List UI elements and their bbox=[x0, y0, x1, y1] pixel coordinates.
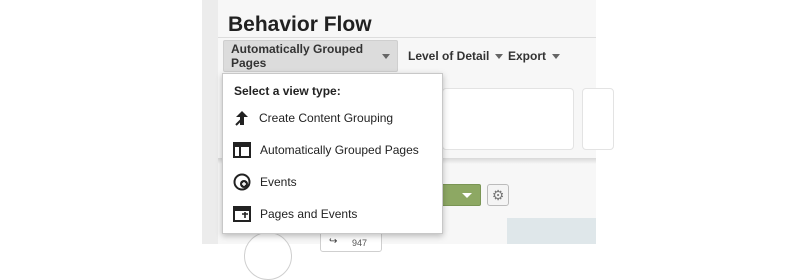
pages-and-events-icon bbox=[232, 204, 252, 224]
chevron-down-icon bbox=[552, 53, 561, 59]
left-gutter bbox=[202, 0, 218, 244]
view-type-menu: Select a view type: Create Content Group… bbox=[222, 73, 443, 234]
gear-icon: ⚙ bbox=[491, 186, 505, 203]
header-divider bbox=[218, 37, 596, 38]
summary-card bbox=[442, 88, 574, 150]
toolbar: Automatically Grouped Pages Level of Det… bbox=[218, 40, 596, 72]
level-of-detail-button[interactable]: Level of Detail bbox=[401, 40, 510, 72]
events-icon bbox=[232, 172, 252, 192]
chevron-down-icon bbox=[462, 193, 472, 198]
grouping-dropdown-button[interactable]: Automatically Grouped Pages bbox=[223, 40, 398, 72]
flow-canvas bbox=[507, 218, 596, 244]
menu-item-label: Events bbox=[260, 175, 297, 189]
menu-item-events[interactable]: Events bbox=[223, 168, 442, 196]
menu-item-label: Pages and Events bbox=[260, 207, 358, 221]
grouping-dropdown-label: Automatically Grouped Pages bbox=[231, 42, 364, 70]
menu-item-pages-and-events[interactable]: Pages and Events bbox=[223, 200, 442, 228]
flow-node-count: 947 bbox=[352, 238, 368, 248]
menu-item-label: Automatically Grouped Pages bbox=[260, 143, 419, 157]
page-title: Behavior Flow bbox=[228, 13, 372, 36]
settings-button[interactable]: ⚙ bbox=[487, 184, 509, 206]
export-button[interactable]: Export bbox=[501, 40, 567, 72]
summary-card bbox=[582, 88, 614, 150]
level-of-detail-label: Level of Detail bbox=[408, 49, 490, 63]
menu-item-create-content-grouping[interactable]: Create Content Grouping bbox=[223, 104, 442, 132]
split-icon: ↪ bbox=[329, 236, 338, 247]
content-grouping-icon bbox=[232, 108, 252, 128]
export-label: Export bbox=[508, 49, 547, 63]
menu-item-label: Create Content Grouping bbox=[259, 111, 394, 125]
chevron-down-icon bbox=[382, 53, 390, 59]
grouped-pages-icon bbox=[232, 140, 252, 160]
menu-item-automatically-grouped-pages[interactable]: Automatically Grouped Pages bbox=[223, 136, 442, 164]
flow-start-node[interactable] bbox=[244, 232, 292, 280]
menu-heading: Select a view type: bbox=[234, 84, 341, 98]
